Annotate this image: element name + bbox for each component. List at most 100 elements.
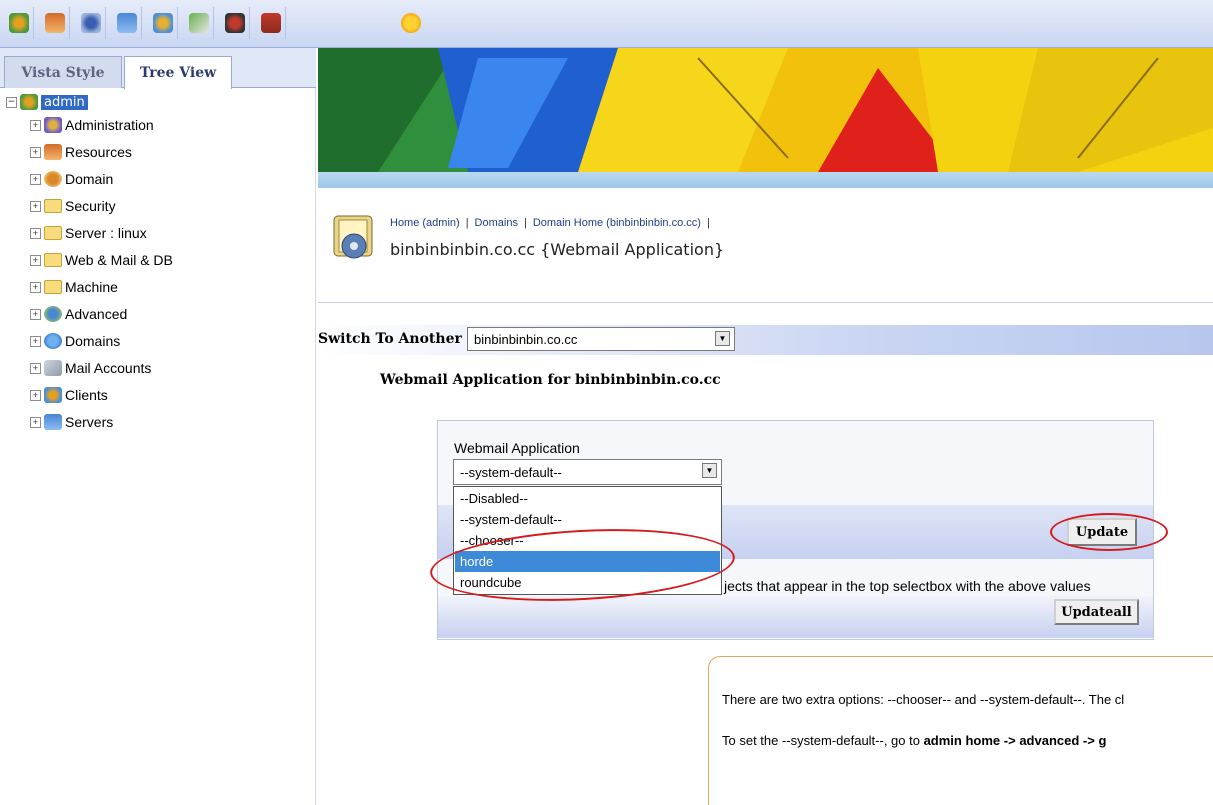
clients-icon <box>44 387 62 403</box>
tree-item-advanced[interactable]: + Advanced <box>30 303 127 325</box>
resources-icon[interactable] <box>40 7 70 39</box>
expand-icon[interactable]: + <box>30 389 41 401</box>
update-button[interactable]: Update <box>1067 518 1137 546</box>
expand-icon[interactable]: + <box>30 362 41 374</box>
expand-icon[interactable]: + <box>30 254 41 266</box>
expand-icon[interactable]: + <box>30 281 41 293</box>
database-icon[interactable] <box>112 7 142 39</box>
tab-bar: Vista Style Tree View <box>0 48 316 89</box>
upload-icon[interactable] <box>256 7 286 39</box>
resources-icon <box>44 144 62 160</box>
switch-domain-select[interactable]: binbinbinbin.co.cc ▼ <box>467 327 735 351</box>
breadcrumb: Home (admin) | Domains | Domain Home (bi… <box>390 217 710 229</box>
breadcrumb-separator: | <box>706 217 710 229</box>
info-line-2-prefix: To set the --system-default--, go to <box>722 733 924 748</box>
expand-icon[interactable]: + <box>30 227 41 239</box>
updateall-description: jects that appear in the top selectbox w… <box>724 578 1091 594</box>
tree-item-label: Servers <box>65 414 114 430</box>
info-arrow-1: -> <box>1000 733 1020 748</box>
info-advanced: advanced <box>1019 733 1080 748</box>
globe-icon <box>44 333 62 349</box>
option-horde[interactable]: horde <box>455 551 720 572</box>
mail-accounts-icon <box>44 360 62 376</box>
tree-item-mail-accounts[interactable]: + Mail Accounts <box>30 357 151 379</box>
tree-item-label: Advanced <box>65 306 128 322</box>
breadcrumb-domains-link[interactable]: Domains <box>475 217 518 229</box>
expand-icon[interactable]: + <box>30 335 41 347</box>
tree-item-label: Security <box>65 198 116 214</box>
expand-icon[interactable]: + <box>30 308 41 320</box>
breadcrumb-separator: | <box>523 217 527 229</box>
tree-item-domains[interactable]: + Domains <box>30 330 120 352</box>
tree-item-machine[interactable]: + Machine <box>30 276 118 298</box>
option-chooser[interactable]: --chooser-- <box>455 530 720 551</box>
tree-item-server[interactable]: + Server : linux <box>30 222 147 244</box>
top-toolbar <box>0 0 1213 48</box>
page-title: binbinbinbin.co.cc {Webmail Application} <box>390 240 725 259</box>
admin-icon <box>20 94 38 110</box>
collapse-icon[interactable]: − <box>6 96 17 108</box>
option-disabled[interactable]: --Disabled-- <box>455 488 720 509</box>
tree-item-label: Domain <box>65 171 114 187</box>
user-settings-icon[interactable] <box>148 7 178 39</box>
tree-item-web-mail-db[interactable]: + Web & Mail & DB <box>30 249 173 271</box>
tab-vista-style[interactable]: Vista Style <box>4 56 122 88</box>
webmail-application-select[interactable]: --system-default-- ▼ <box>453 459 722 485</box>
updateall-button[interactable]: Updateall <box>1054 599 1139 625</box>
breadcrumb-domain-home-link[interactable]: Domain Home (binbinbinbin.co.cc) <box>533 217 701 229</box>
info-box <box>708 656 1213 805</box>
tree-item-label: Mail Accounts <box>65 360 152 376</box>
tree-item-label: Server : linux <box>65 225 147 241</box>
info-line-2: To set the --system-default--, go to adm… <box>722 733 1106 748</box>
info-arrow-2: -> g <box>1079 733 1107 748</box>
tree-root-label[interactable]: admin <box>41 94 88 110</box>
expand-icon[interactable]: + <box>30 200 41 212</box>
domain-icon <box>44 171 62 187</box>
tree-item-clients[interactable]: + Clients <box>30 384 108 406</box>
tree-item-administration[interactable]: + Administration <box>30 114 154 136</box>
expand-icon[interactable]: + <box>30 146 41 158</box>
info-admin-home: admin home <box>923 733 1001 748</box>
tab-tree-view[interactable]: Tree View <box>124 56 232 89</box>
option-system-default[interactable]: --system-default-- <box>455 509 720 530</box>
info-line-1: There are two extra options: --chooser--… <box>722 692 1125 707</box>
tree-item-label: Resources <box>65 144 132 160</box>
favorite-star-icon[interactable] <box>396 7 426 39</box>
switch-select-value: binbinbinbin.co.cc <box>474 331 578 347</box>
advanced-icon <box>44 306 62 322</box>
webmail-icon <box>330 210 378 262</box>
user-icon[interactable] <box>220 7 250 39</box>
banner-stripe <box>318 172 1213 188</box>
header-banner <box>318 48 1213 172</box>
administration-icon <box>44 117 62 133</box>
folder-icon <box>44 280 62 294</box>
user-gear-icon[interactable] <box>4 7 34 39</box>
chevron-down-icon[interactable]: ▼ <box>702 463 717 478</box>
expand-icon[interactable]: + <box>30 119 41 131</box>
servers-icon <box>44 414 62 430</box>
tree-item-servers[interactable]: + Servers <box>30 411 113 433</box>
divider <box>318 302 1213 303</box>
option-roundcube[interactable]: roundcube <box>455 572 720 593</box>
webmail-options-list[interactable]: --Disabled-- --system-default-- --choose… <box>453 486 722 595</box>
expand-icon[interactable]: + <box>30 173 41 185</box>
tree-item-security[interactable]: + Security <box>30 195 116 217</box>
chevron-down-icon[interactable]: ▼ <box>715 331 730 346</box>
updateall-row <box>438 596 1153 638</box>
switch-label: Switch To Another <box>318 331 462 347</box>
breadcrumb-separator: | <box>465 217 469 229</box>
tree-item-label: Clients <box>65 387 108 403</box>
tree-item-domain[interactable]: + Domain <box>30 168 113 190</box>
feather-banner-image <box>318 48 1213 172</box>
dashboard-icon[interactable] <box>76 7 106 39</box>
expand-icon[interactable]: + <box>30 416 41 428</box>
tree-item-resources[interactable]: + Resources <box>30 141 132 163</box>
mail-icon[interactable] <box>184 7 214 39</box>
folder-icon <box>44 226 62 240</box>
webmail-select-value: --system-default-- <box>460 464 562 480</box>
tree-item-label: Domains <box>65 333 121 349</box>
breadcrumb-home-link[interactable]: Home (admin) <box>390 217 460 229</box>
section-heading: Webmail Application for binbinbinbin.co.… <box>380 372 721 388</box>
tree-item-label: Machine <box>65 279 118 295</box>
tree-root[interactable]: − admin <box>6 92 88 112</box>
